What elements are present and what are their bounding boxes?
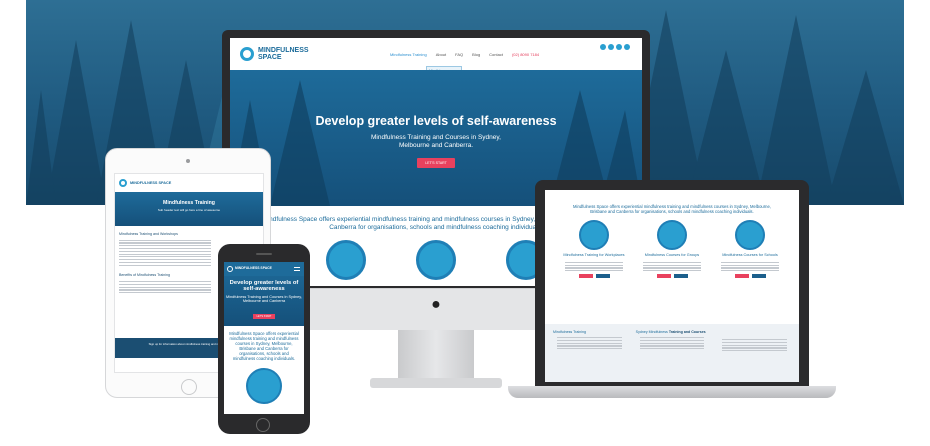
brand-logo[interactable]: MINDFULNESS SPACE (235, 267, 272, 271)
nav-item-blog[interactable]: Blog (472, 52, 480, 57)
column-title[interactable]: Mindfulness Courses for Groups (639, 253, 705, 258)
book-button[interactable] (734, 274, 749, 279)
contact-button[interactable] (595, 274, 610, 279)
facebook-icon[interactable] (600, 44, 606, 50)
laptop-footer: Mindfulness Training Sydney Mindfulness … (545, 324, 799, 382)
logo-icon (227, 266, 233, 272)
groups-icon[interactable] (657, 220, 687, 251)
book-button[interactable] (656, 274, 671, 279)
phone-device: Develop greater levels of self-awareness… (218, 244, 310, 434)
groups-icon[interactable] (416, 240, 456, 280)
speaker (256, 253, 272, 255)
googleplus-icon[interactable] (608, 44, 614, 50)
laptop-intro: Mindfulness Space offers experiential mi… (573, 204, 771, 215)
phone-nav: MINDFULNESS SPACE (224, 262, 304, 276)
brand-logo[interactable]: MINDFULNESS SPACE (130, 181, 171, 185)
imac-stand (398, 330, 474, 382)
tablet-nav: MINDFULNESS SPACE (115, 174, 263, 192)
desktop-nav: MINDFULNESS SPACE Mindfulness Training A… (230, 38, 642, 119)
laptop-columns: Mindfulness Training for Workplaces Mind… (545, 214, 799, 279)
phone-website: Develop greater levels of self-awareness… (224, 262, 304, 414)
logo-icon (119, 179, 127, 187)
section-heading: Mindfulness Training and Workshops (119, 232, 178, 236)
hero-subtitle: Mindfulness Training and Courses in Sydn… (371, 134, 501, 149)
home-button[interactable] (181, 379, 197, 395)
logo-icon (240, 47, 254, 61)
tablet-hero: Mindfulness Training Sub header text wil… (115, 192, 263, 226)
laptop-base (508, 386, 836, 398)
column-title[interactable]: Mindfulness Courses for Schools (717, 253, 783, 258)
hero-title: Develop greater levels of self-awareness (315, 114, 557, 128)
hero-title: Mindfulness Training (163, 200, 215, 206)
contact-button[interactable] (673, 274, 688, 279)
column-groups: Mindfulness Courses for Groups (639, 220, 705, 279)
hero-subtitle: Mindfulness Training and Courses in Sydn… (226, 294, 302, 304)
column-schools: Mindfulness Courses for Schools (717, 220, 783, 279)
camera-icon (186, 159, 190, 163)
nav-item-faq[interactable]: FAQ (455, 52, 463, 57)
hamburger-menu-icon[interactable] (294, 267, 300, 271)
nav-links: Mindfulness Training About FAQ Blog Cont… (390, 52, 539, 57)
nav-item-about[interactable]: About (436, 52, 446, 57)
column-workplaces: Mindfulness Training for Workplaces (561, 220, 627, 279)
nav-item-contact[interactable]: Contact (489, 52, 503, 57)
hero-title: Develop greater levels of self-awareness (229, 280, 299, 293)
mockup-stage: MINDFULNESS SPACE Mindfulness Training A… (0, 0, 930, 446)
workplace-icon[interactable] (246, 368, 282, 404)
footer-heading: Mindfulness Training (553, 330, 586, 334)
brand-logo[interactable]: MINDFULNESS SPACE (258, 47, 314, 61)
schools-icon[interactable] (735, 220, 765, 251)
footer-heading-pre: Sydney Mindfulness (635, 330, 668, 334)
phone-intro: Mindfulness Space offers experiential mi… (229, 331, 299, 361)
home-button[interactable] (256, 418, 270, 432)
linkedin-icon[interactable] (616, 44, 622, 50)
laptop-device: Mindfulness Space offers experiential mi… (535, 180, 809, 388)
workplace-icon[interactable] (579, 220, 609, 251)
footer-heading-2: Sydney Mindfulness Training and Courses (636, 330, 709, 334)
contact-button[interactable] (751, 274, 766, 279)
lets-start-button[interactable]: LET'S START (417, 158, 455, 168)
twitter-icon[interactable] (624, 44, 630, 50)
footer-heading-bold: Training and Courses (668, 330, 706, 334)
column-title[interactable]: Mindfulness Training for Workplaces (561, 253, 627, 258)
nav-phone[interactable]: (02) 8090 7184 (512, 52, 539, 57)
social-links (600, 44, 630, 50)
lets-start-button[interactable]: LET'S START (252, 314, 276, 319)
hero-subtitle: Sub header text will go here a line of a… (157, 208, 221, 212)
apple-logo-icon: ● (431, 296, 441, 313)
workplace-icon[interactable] (326, 240, 366, 280)
laptop-website: Mindfulness Space offers experiential mi… (545, 190, 799, 382)
nav-item-training[interactable]: Mindfulness Training (390, 52, 427, 57)
imac-foot (370, 378, 502, 388)
book-button[interactable] (578, 274, 593, 279)
